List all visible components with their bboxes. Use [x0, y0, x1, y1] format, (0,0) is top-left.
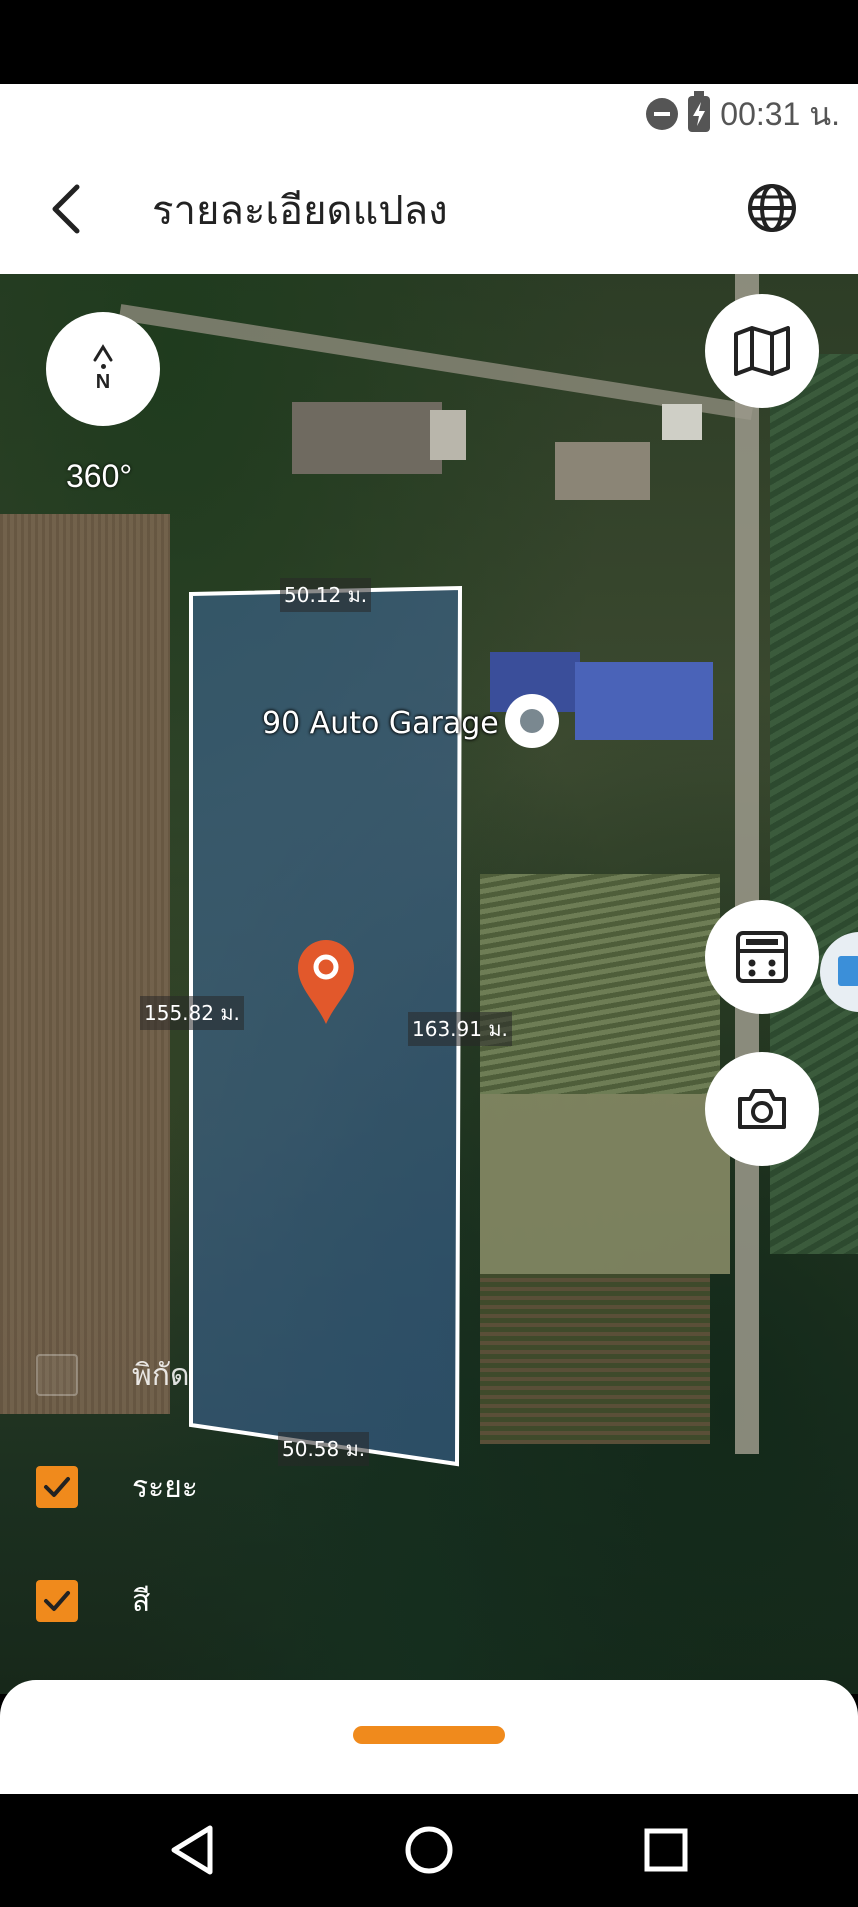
distance-checkbox[interactable] [36, 1466, 78, 1508]
place-marker-icon[interactable] [505, 694, 559, 748]
do-not-disturb-icon [646, 98, 679, 130]
location-pin-icon[interactable] [294, 936, 358, 1026]
layer-row-color: สี [36, 1580, 150, 1622]
globe-icon [748, 184, 796, 232]
status-bar: 00:31 น. [0, 84, 858, 144]
place-label: 90 Auto Garage [262, 706, 499, 741]
top-black-bar [0, 0, 858, 84]
calculator-icon [736, 931, 788, 983]
layer-row-distance: ระยะ [36, 1466, 198, 1508]
page-title: รายละเอียดแปลง [152, 188, 448, 234]
triangle-back-icon [171, 1825, 213, 1875]
sheet-drag-handle[interactable] [353, 1726, 505, 1744]
bottom-sheet[interactable] [0, 1680, 858, 1794]
measurement-right: 163.91 ม. [408, 1012, 512, 1046]
color-checkbox[interactable] [36, 1580, 78, 1622]
check-icon [44, 1591, 70, 1611]
compass-label: N [95, 371, 111, 393]
map-icon [734, 326, 790, 376]
satellite-map[interactable]: 50.12 ม. 155.82 ม. 163.91 ม. 50.58 ม. 90… [0, 274, 858, 1694]
nav-home-button[interactable] [397, 1818, 461, 1882]
battery-charging-icon [688, 91, 711, 132]
compass-dot [100, 364, 106, 369]
system-navigation-bar [0, 1794, 858, 1907]
camera-icon [738, 1089, 786, 1129]
square-recents-icon [644, 1828, 688, 1872]
measurement-top: 50.12 ม. [280, 578, 372, 612]
compass-button[interactable]: N [46, 312, 160, 426]
layer-label: สี [132, 1583, 151, 1619]
measurement-left: 155.82 ม. [140, 996, 244, 1030]
map-type-button[interactable] [705, 294, 819, 408]
nav-back-button[interactable] [160, 1818, 224, 1882]
app-header: รายละเอียดแปลง [0, 144, 858, 274]
measurement-bottom: 50.58 ม. [278, 1432, 370, 1466]
camera-button[interactable] [705, 1052, 819, 1166]
back-button[interactable] [36, 176, 96, 242]
compass-arrow-icon [93, 344, 113, 362]
nav-recents-button[interactable] [634, 1818, 698, 1882]
chevron-left-icon [52, 184, 80, 234]
layer-label: ระยะ [132, 1469, 198, 1505]
coordinates-checkbox[interactable] [36, 1354, 78, 1396]
rotation-label: 360° [66, 458, 133, 494]
calculator-button[interactable] [705, 900, 819, 1014]
layer-row-coordinates: พิกัด [36, 1354, 189, 1396]
layer-label: พิกัด [132, 1357, 190, 1393]
circle-home-icon [405, 1826, 453, 1874]
language-button[interactable] [742, 178, 802, 238]
check-icon [44, 1477, 70, 1497]
status-time: 00:31 น. [720, 95, 840, 132]
